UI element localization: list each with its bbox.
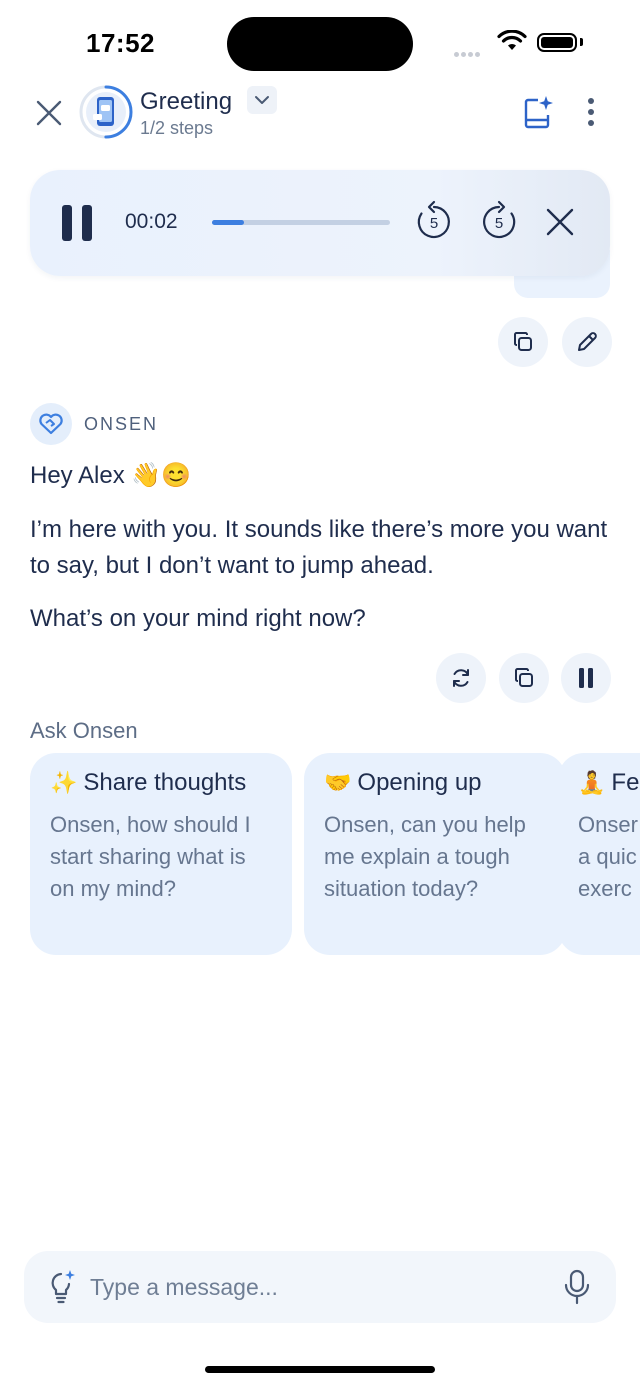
suggestion-card[interactable]: ✨ Share thoughts Onsen, how should I star… [30,753,292,955]
close-icon[interactable] [30,94,68,132]
wifi-icon [497,29,527,57]
heart-handshake-icon [39,413,63,435]
onsen-avatar [30,403,72,445]
suggestion-card[interactable]: 🧘 Fe Onser a quic exerc [558,753,640,955]
rewind-5-icon[interactable]: 5 [412,199,456,243]
step-progress-ring [78,84,134,140]
copy-icon [515,668,533,687]
pencil-icon [578,332,597,351]
status-time: 17:52 [86,28,155,58]
microphone-icon[interactable] [562,1268,592,1306]
playback-progress-fill [212,220,245,225]
close-player-icon[interactable] [540,202,580,242]
suggestion-title: Share thoughts [83,769,247,796]
suggestion-body: Onsen, can you help me explain a tough s… [324,812,526,901]
suggestion-title: Fe [611,769,640,796]
handshake-icon: 🤝 [324,770,352,795]
home-indicator[interactable] [205,1366,435,1373]
ai-notes-icon[interactable] [518,92,558,132]
meditation-icon: 🧘 [578,770,606,795]
sparkles-icon: ✨ [50,770,78,795]
forward-seconds-label: 5 [495,215,503,232]
battery-tip [580,38,583,46]
pause-icon [579,668,593,688]
more-options-icon[interactable] [578,92,604,132]
refresh-icon [453,669,469,687]
suggestion-card[interactable]: 🤝 Opening up Onsen, can you help me expla… [304,753,566,955]
cellular-signal-icon [454,44,482,62]
regenerate-button[interactable] [436,653,486,703]
copy-reply-button[interactable] [499,653,549,703]
lightbulb-icon[interactable] [48,1268,78,1304]
suggestion-body: Onser a quic exerc [578,812,638,901]
pause-icon[interactable] [62,205,92,241]
message-input[interactable]: Type a message... [90,1274,278,1301]
suggestion-carousel[interactable]: ✨ Share thoughts Onsen, how should I star… [30,753,640,955]
message-question: What’s on your mind right now? [30,605,366,632]
chevron-down-icon[interactable] [247,86,277,114]
playback-progress-bar[interactable] [212,220,390,225]
message-greeting: Hey Alex 👋😊 [30,462,192,489]
edit-message-button[interactable] [562,317,612,367]
ask-onsen-heading: Ask Onsen [30,718,138,743]
suggestion-title: Opening up [357,769,482,796]
copy-icon [514,332,532,351]
playback-time: 00:02 [125,210,178,233]
copy-message-button[interactable] [498,317,548,367]
rewind-seconds-label: 5 [430,215,438,232]
message-paragraph: I’m here with you. It sounds like there’… [30,516,608,579]
step-title[interactable]: Greeting [140,88,232,116]
suggestion-body: Onsen, how should I start sharing what i… [50,812,251,901]
sender-name: ONSEN [84,414,159,434]
dynamic-island [227,17,413,71]
pause-reply-button[interactable] [561,653,611,703]
step-count: 1/2 steps [140,118,214,138]
forward-5-icon[interactable]: 5 [477,199,521,243]
battery-icon [537,33,577,52]
